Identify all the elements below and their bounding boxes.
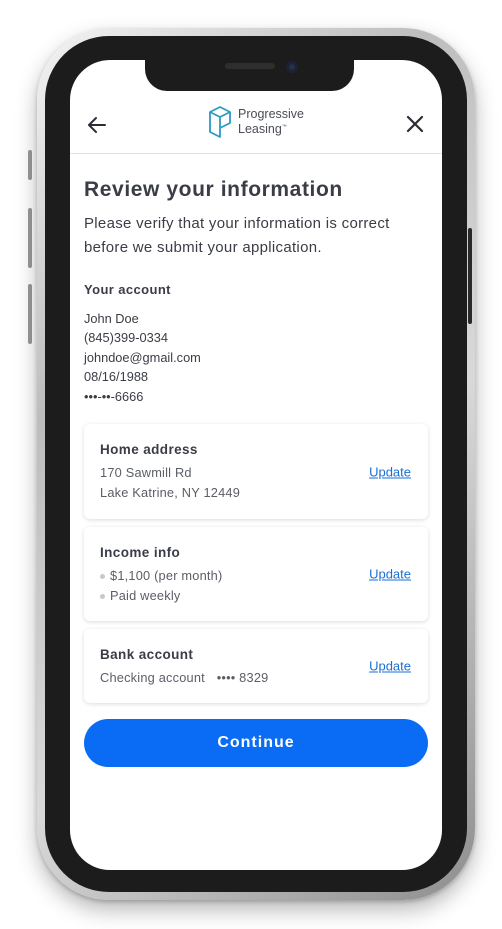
front-camera (286, 61, 298, 73)
phone-notch (145, 53, 354, 91)
power-button (468, 228, 472, 324)
logo-line-1: Progressive (238, 106, 304, 121)
address-line-2: Lake Katrine, NY 12449 (100, 484, 241, 500)
account-ssn: •••-••-6666 (84, 388, 144, 404)
income-info-card: Income info $1,100 (per month) Paid week… (84, 527, 428, 622)
page-subtitle-line-1: Please verify that your information is c… (84, 215, 390, 232)
account-email: johndoe@gmail.com (84, 349, 201, 365)
bank-account-number: •••• 8329 (216, 670, 269, 686)
home-address-title: Home address (100, 442, 198, 458)
app-header: Progressive Leasing™ (70, 100, 442, 154)
page-title: Review your information (84, 178, 343, 201)
income-info-title: Income info (100, 545, 181, 561)
bank-account-type: Checking account (100, 670, 205, 686)
continue-button[interactable]: Continue (84, 719, 428, 768)
income-item: Paid weekly (100, 586, 412, 606)
update-income-link[interactable]: Update (369, 567, 411, 582)
account-name: John Doe (84, 311, 139, 326)
page-subtitle: Please verify that your information is c… (84, 212, 428, 260)
earpiece-speaker (225, 63, 275, 69)
phone-screen: Progressive Leasing™ Review your informa… (70, 60, 442, 870)
progressive-leasing-logo: Progressive Leasing™ (208, 104, 304, 140)
bank-account-title: Bank account (100, 647, 194, 663)
account-dob: 08/16/1988 (84, 369, 149, 385)
update-bank-link[interactable]: Update (369, 659, 411, 674)
income-item: $1,100 (per month) (100, 566, 412, 586)
logo-line-2: Leasing™ (238, 122, 287, 137)
volume-up-button (28, 208, 32, 268)
bank-account-body: Checking account •••• 8329 (100, 668, 412, 688)
bullet-icon (100, 574, 105, 580)
account-details: John Doe (845)399-0334 johndoe@gmail.com… (84, 309, 428, 406)
page-subtitle-line-2: before we submit your application. (84, 239, 322, 256)
income-info-body: $1,100 (per month) Paid weekly (100, 566, 412, 605)
review-content: Review your information Please verify th… (84, 176, 428, 768)
bank-account-card: Bank account Checking account •••• 8329 … (84, 629, 428, 704)
account-phone: (845)399-0334 (84, 330, 168, 346)
silent-switch (28, 150, 32, 180)
volume-down-button (28, 284, 32, 344)
update-address-link[interactable]: Update (369, 464, 411, 479)
progressive-leasing-logo-icon (209, 106, 231, 138)
your-account-label: Your account (84, 282, 171, 297)
home-address-body: 170 Sawmill Rd Lake Katrine, NY 12449 (100, 463, 412, 502)
logo-wordmark: Progressive Leasing™ (238, 106, 304, 137)
close-icon[interactable] (404, 113, 426, 135)
trademark-mark: ™ (281, 123, 287, 130)
home-address-card: Home address 170 Sawmill Rd Lake Katrine… (84, 424, 428, 520)
bullet-icon (100, 593, 105, 599)
arrow-left-icon[interactable] (86, 114, 108, 136)
address-line-1: 170 Sawmill Rd (100, 465, 192, 481)
